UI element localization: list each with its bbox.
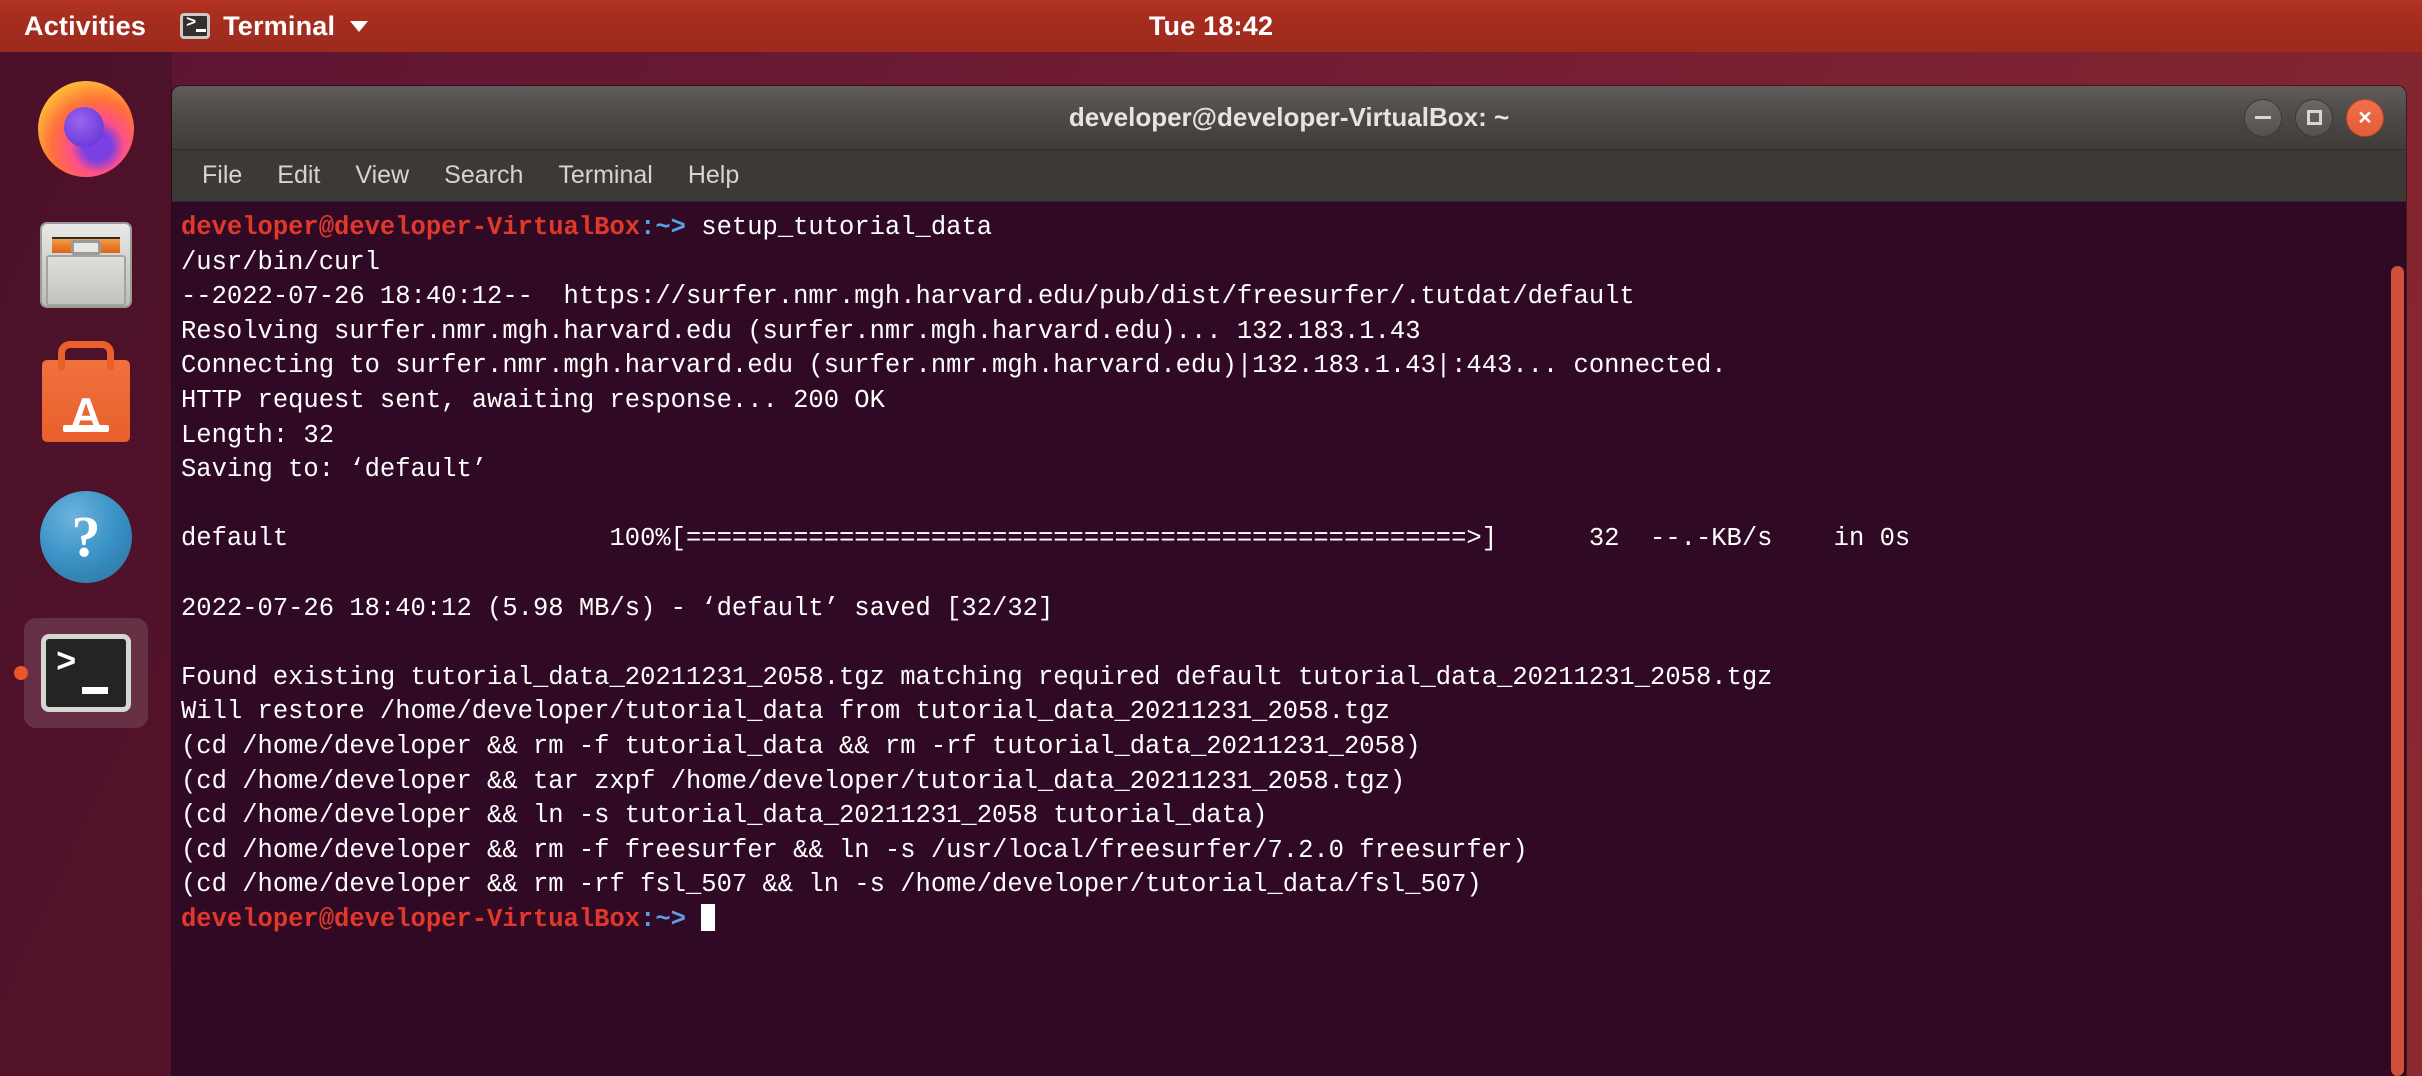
terminal-output: developer@developer-VirtualBox:~> setup_…	[181, 211, 2406, 937]
terminal-line: --2022-07-26 18:40:12-- https://surfer.n…	[181, 282, 1635, 312]
dock-item-software[interactable]: A	[24, 346, 148, 456]
terminal-line: (cd /home/developer && tar zxpf /home/de…	[181, 766, 1406, 796]
menu-terminal[interactable]: Terminal	[554, 158, 656, 193]
chevron-down-icon	[350, 20, 369, 32]
terminal-line: (cd /home/developer && rm -f freesurfer …	[181, 835, 1528, 865]
ubuntu-software-bag-icon: A	[42, 360, 130, 442]
terminal-line: Length: 32	[181, 420, 335, 450]
terminal-line: 2022-07-26 18:40:12 (5.98 MB/s) - ‘defau…	[181, 593, 1054, 623]
terminal-line: (cd /home/developer && rm -rf fsl_507 &&…	[181, 870, 1482, 900]
prompt-path: :~>	[640, 904, 686, 934]
terminal-prompt-glyph: >	[56, 645, 77, 683]
terminal-window: developer@developer-VirtualBox: ~ × File…	[172, 86, 2406, 1076]
activities-button[interactable]: Activities	[24, 10, 147, 41]
terminal-line: Resolving surfer.nmr.mgh.harvard.edu (su…	[181, 316, 1421, 346]
files-cabinet-icon	[40, 222, 132, 308]
menu-edit[interactable]: Edit	[273, 158, 324, 193]
close-icon: ×	[2358, 104, 2372, 130]
close-button[interactable]: ×	[2346, 98, 2384, 137]
scrollbar-thumb[interactable]	[2391, 266, 2404, 1076]
prompt-user: developer@developer-VirtualBox	[181, 213, 641, 242]
terminal-line: (cd /home/developer && ln -s tutorial_da…	[181, 801, 1268, 831]
maximize-icon	[2306, 110, 2322, 125]
dock-item-terminal[interactable]: >	[24, 618, 148, 728]
app-menu-label: Terminal	[223, 10, 336, 41]
terminal-line: Connecting to surfer.nmr.mgh.harvard.edu…	[181, 351, 1727, 381]
prompt-command	[686, 905, 701, 934]
menu-file[interactable]: File	[198, 158, 246, 193]
minimize-icon	[2255, 116, 2271, 119]
dock: A ? >	[0, 52, 172, 1076]
prompt-path: :~>	[640, 213, 686, 242]
terminal-prompt-line: developer@developer-VirtualBox:~>	[181, 903, 2406, 938]
prompt-user: developer@developer-VirtualBox	[181, 904, 641, 934]
terminal-line: (cd /home/developer && rm -f tutorial_da…	[181, 731, 1421, 761]
menu-view[interactable]: View	[351, 158, 413, 193]
window-title: developer@developer-VirtualBox: ~	[1068, 102, 1510, 132]
terminal-line: Saving to: ‘default’	[181, 455, 488, 485]
menu-search[interactable]: Search	[440, 158, 527, 193]
maximize-button[interactable]	[2295, 98, 2333, 137]
firefox-icon	[38, 81, 134, 177]
dock-item-files[interactable]	[24, 210, 148, 320]
desktop: Activities Terminal Tue 18:42 A	[0, 0, 2422, 1076]
help-question-icon: ?	[40, 491, 132, 583]
terminal-line: /usr/bin/curl	[181, 247, 380, 277]
terminal-prompt-line: developer@developer-VirtualBox:~> setup_…	[181, 211, 2406, 246]
terminal-body[interactable]: developer@developer-VirtualBox:~> setup_…	[172, 202, 2406, 1076]
prompt-command: setup_tutorial_data	[686, 213, 993, 242]
terminal-icon: >	[41, 634, 131, 712]
dock-item-help[interactable]: ?	[24, 482, 148, 592]
menu-bar: File Edit View Search Terminal Help	[172, 150, 2406, 202]
dock-item-firefox[interactable]	[24, 74, 148, 184]
top-bar: Activities Terminal Tue 18:42	[0, 0, 2422, 52]
terminal-scrollbar[interactable]	[2390, 202, 2406, 1076]
terminal-line: Found existing tutorial_data_20211231_20…	[181, 662, 1773, 692]
text-cursor	[701, 903, 716, 931]
app-menu-terminal[interactable]: Terminal	[180, 10, 369, 41]
minimize-button[interactable]	[2244, 98, 2282, 137]
activities-label: Activities	[24, 10, 147, 41]
software-a-glyph: A	[63, 389, 109, 438]
terminal-line: default 100%[===========================…	[181, 524, 1911, 554]
title-bar[interactable]: developer@developer-VirtualBox: ~ ×	[172, 86, 2406, 150]
window-controls: ×	[2244, 98, 2384, 137]
terminal-line: Will restore /home/developer/tutorial_da…	[181, 697, 1390, 727]
terminal-icon	[180, 12, 211, 39]
menu-help[interactable]: Help	[684, 158, 743, 193]
terminal-line: HTTP request sent, awaiting response... …	[181, 385, 885, 415]
